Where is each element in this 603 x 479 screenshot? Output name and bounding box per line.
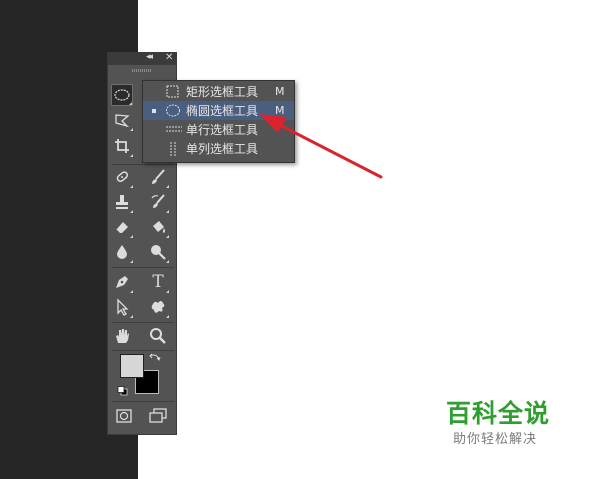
watermark-subtitle: 助你轻松解决: [453, 432, 538, 447]
arrow-head: [259, 114, 287, 133]
watermark-title: 百科全说: [446, 399, 551, 428]
arrow-shaft: [270, 119, 383, 179]
